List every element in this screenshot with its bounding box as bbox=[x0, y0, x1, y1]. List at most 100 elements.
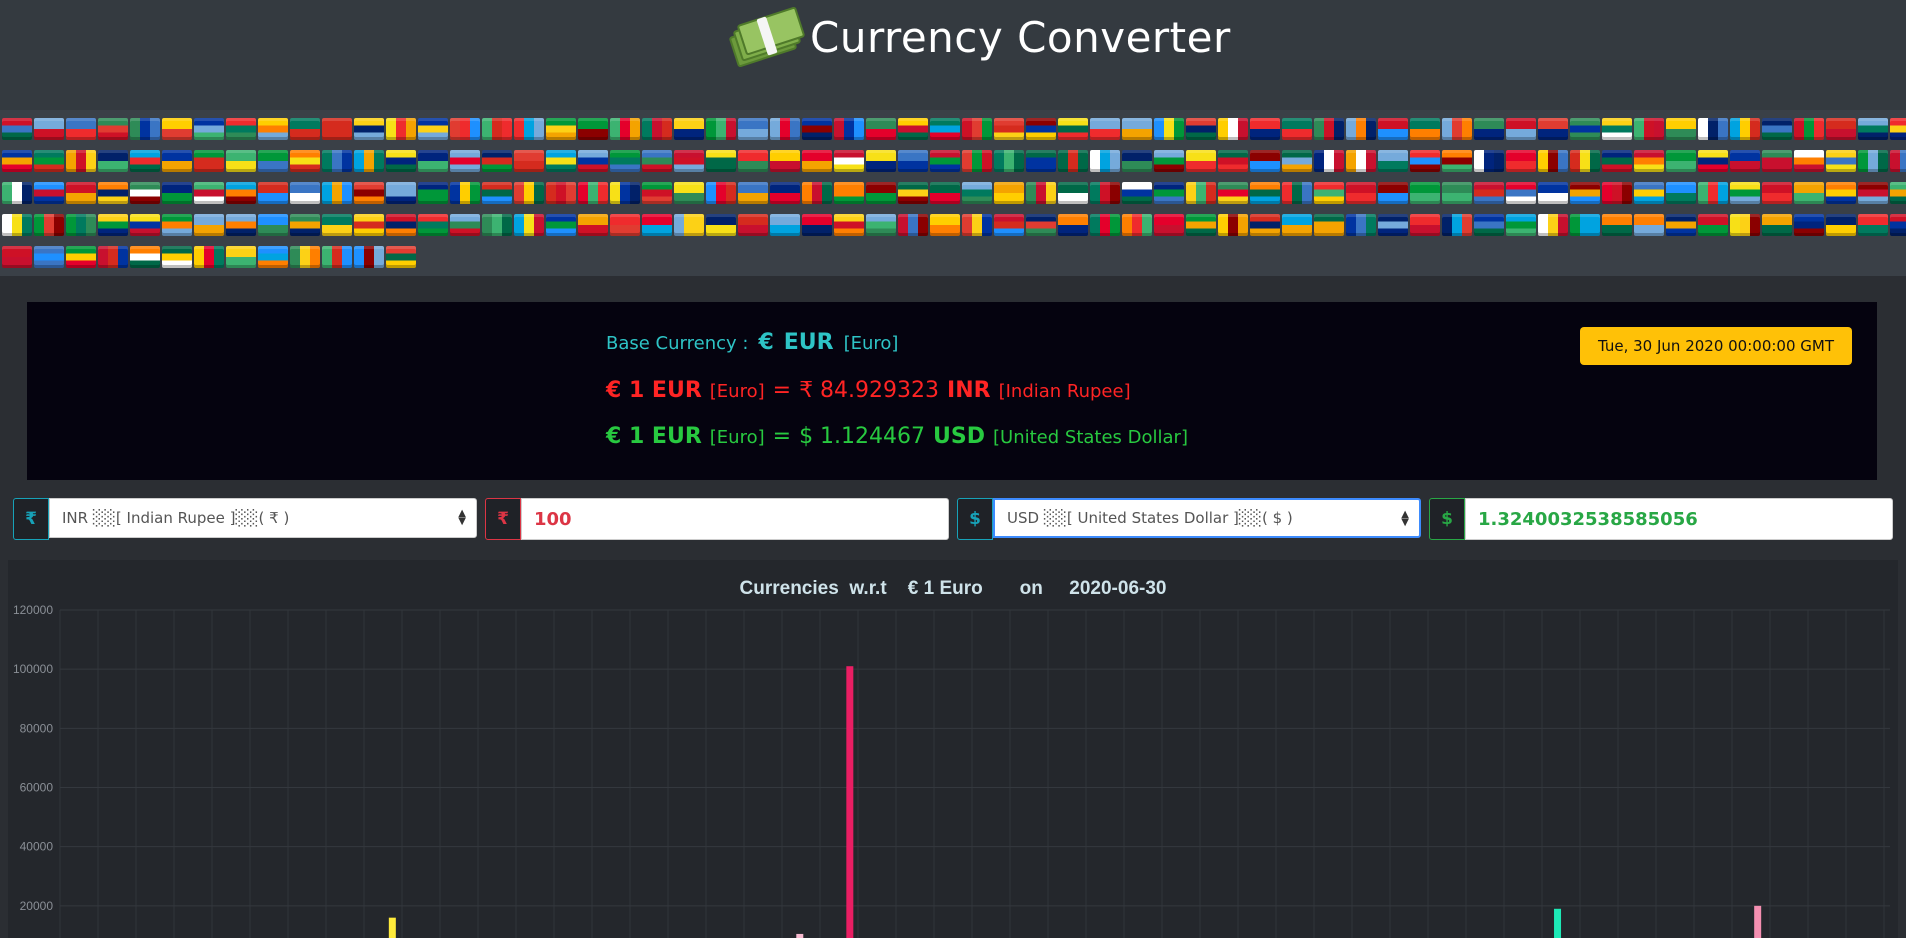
country-flag-icon[interactable] bbox=[34, 150, 64, 172]
country-flag-icon[interactable] bbox=[1442, 150, 1472, 172]
chart-bar[interactable] bbox=[388, 917, 396, 938]
country-flag-icon[interactable] bbox=[1090, 150, 1120, 172]
country-flag-icon[interactable] bbox=[1122, 214, 1152, 236]
country-flag-icon[interactable] bbox=[34, 118, 64, 140]
country-flag-icon[interactable] bbox=[962, 214, 992, 236]
country-flag-icon[interactable] bbox=[98, 150, 128, 172]
chart-bar[interactable] bbox=[796, 933, 804, 938]
country-flag-icon[interactable] bbox=[418, 118, 448, 140]
country-flag-icon[interactable] bbox=[1122, 150, 1152, 172]
country-flag-icon[interactable] bbox=[898, 118, 928, 140]
country-flag-icon[interactable] bbox=[2, 150, 32, 172]
country-flag-icon[interactable] bbox=[482, 150, 512, 172]
country-flag-icon[interactable] bbox=[1058, 118, 1088, 140]
country-flag-icon[interactable] bbox=[738, 150, 768, 172]
country-flag-icon[interactable] bbox=[866, 214, 896, 236]
country-flag-icon[interactable] bbox=[1378, 118, 1408, 140]
country-flag-icon[interactable] bbox=[1186, 118, 1216, 140]
country-flag-icon[interactable] bbox=[738, 182, 768, 204]
country-flag-icon[interactable] bbox=[610, 214, 640, 236]
country-flag-icon[interactable] bbox=[98, 214, 128, 236]
country-flag-icon[interactable] bbox=[130, 182, 160, 204]
country-flag-icon[interactable] bbox=[98, 246, 128, 268]
country-flag-icon[interactable] bbox=[1858, 118, 1888, 140]
country-flag-icon[interactable] bbox=[34, 182, 64, 204]
country-flag-icon[interactable] bbox=[98, 182, 128, 204]
country-flag-icon[interactable] bbox=[1378, 182, 1408, 204]
country-flag-icon[interactable] bbox=[514, 150, 544, 172]
country-flag-icon[interactable] bbox=[1218, 182, 1248, 204]
chart-bar[interactable] bbox=[846, 666, 854, 938]
country-flag-icon[interactable] bbox=[162, 214, 192, 236]
country-flag-icon[interactable] bbox=[226, 118, 256, 140]
country-flag-icon[interactable] bbox=[962, 150, 992, 172]
country-flag-icon[interactable] bbox=[706, 214, 736, 236]
country-flag-icon[interactable] bbox=[898, 150, 928, 172]
country-flag-icon[interactable] bbox=[1826, 118, 1856, 140]
country-flag-icon[interactable] bbox=[258, 246, 288, 268]
to-amount-input[interactable]: 1.3240032538585056 bbox=[1465, 498, 1893, 540]
country-flag-icon[interactable] bbox=[1474, 118, 1504, 140]
country-flag-icon[interactable] bbox=[546, 182, 576, 204]
country-flag-icon[interactable] bbox=[450, 118, 480, 140]
country-flag-icon[interactable] bbox=[1186, 214, 1216, 236]
country-flag-icon[interactable] bbox=[1410, 150, 1440, 172]
country-flag-icon[interactable] bbox=[866, 118, 896, 140]
country-flag-icon[interactable] bbox=[2, 214, 32, 236]
country-flag-icon[interactable] bbox=[1794, 214, 1824, 236]
country-flag-icon[interactable] bbox=[162, 150, 192, 172]
chart-bar[interactable] bbox=[1754, 905, 1762, 938]
country-flag-icon[interactable] bbox=[1282, 182, 1312, 204]
country-flag-icon[interactable] bbox=[1794, 182, 1824, 204]
country-flag-icon[interactable] bbox=[1250, 214, 1280, 236]
country-flag-icon[interactable] bbox=[1282, 214, 1312, 236]
country-flag-icon[interactable] bbox=[1122, 118, 1152, 140]
country-flag-icon[interactable] bbox=[66, 150, 96, 172]
country-flag-icon[interactable] bbox=[1346, 182, 1376, 204]
from-currency-select[interactable]: INR ░░[ Indian Rupee ]░░( ₹ ) ▲ ▼ bbox=[49, 498, 477, 538]
country-flag-icon[interactable] bbox=[1538, 182, 1568, 204]
country-flag-icon[interactable] bbox=[354, 118, 384, 140]
country-flag-icon[interactable] bbox=[66, 182, 96, 204]
country-flag-icon[interactable] bbox=[1474, 182, 1504, 204]
country-flag-icon[interactable] bbox=[1058, 150, 1088, 172]
country-flag-icon[interactable] bbox=[354, 246, 384, 268]
country-flag-icon[interactable] bbox=[1730, 214, 1760, 236]
country-flag-icon[interactable] bbox=[1346, 214, 1376, 236]
country-flag-icon[interactable] bbox=[1890, 214, 1906, 236]
country-flag-icon[interactable] bbox=[386, 150, 416, 172]
country-flag-icon[interactable] bbox=[1314, 150, 1344, 172]
country-flag-icon[interactable] bbox=[866, 150, 896, 172]
country-flag-icon[interactable] bbox=[1090, 118, 1120, 140]
country-flag-icon[interactable] bbox=[578, 214, 608, 236]
country-flag-icon[interactable] bbox=[322, 214, 352, 236]
country-flag-icon[interactable] bbox=[1858, 182, 1888, 204]
country-flag-icon[interactable] bbox=[1826, 150, 1856, 172]
country-flag-icon[interactable] bbox=[1890, 150, 1906, 172]
country-flag-icon[interactable] bbox=[930, 118, 960, 140]
country-flag-icon[interactable] bbox=[1602, 214, 1632, 236]
country-flag-icon[interactable] bbox=[1410, 182, 1440, 204]
country-flag-icon[interactable] bbox=[1474, 150, 1504, 172]
country-flag-icon[interactable] bbox=[994, 182, 1024, 204]
country-flag-icon[interactable] bbox=[386, 118, 416, 140]
country-flag-icon[interactable] bbox=[162, 246, 192, 268]
country-flag-icon[interactable] bbox=[34, 214, 64, 236]
country-flag-icon[interactable] bbox=[130, 150, 160, 172]
country-flag-icon[interactable] bbox=[1442, 118, 1472, 140]
country-flag-icon[interactable] bbox=[674, 182, 704, 204]
country-flag-icon[interactable] bbox=[1250, 118, 1280, 140]
country-flag-icon[interactable] bbox=[322, 118, 352, 140]
country-flag-icon[interactable] bbox=[1762, 182, 1792, 204]
country-flag-icon[interactable] bbox=[66, 118, 96, 140]
country-flag-icon[interactable] bbox=[1666, 150, 1696, 172]
country-flag-icon[interactable] bbox=[1794, 118, 1824, 140]
country-flag-icon[interactable] bbox=[2, 118, 32, 140]
country-flag-icon[interactable] bbox=[1602, 182, 1632, 204]
country-flag-icon[interactable] bbox=[482, 118, 512, 140]
country-flag-icon[interactable] bbox=[290, 182, 320, 204]
country-flag-icon[interactable] bbox=[1314, 214, 1344, 236]
country-flag-icon[interactable] bbox=[706, 150, 736, 172]
country-flag-icon[interactable] bbox=[1858, 214, 1888, 236]
country-flag-icon[interactable] bbox=[1570, 118, 1600, 140]
